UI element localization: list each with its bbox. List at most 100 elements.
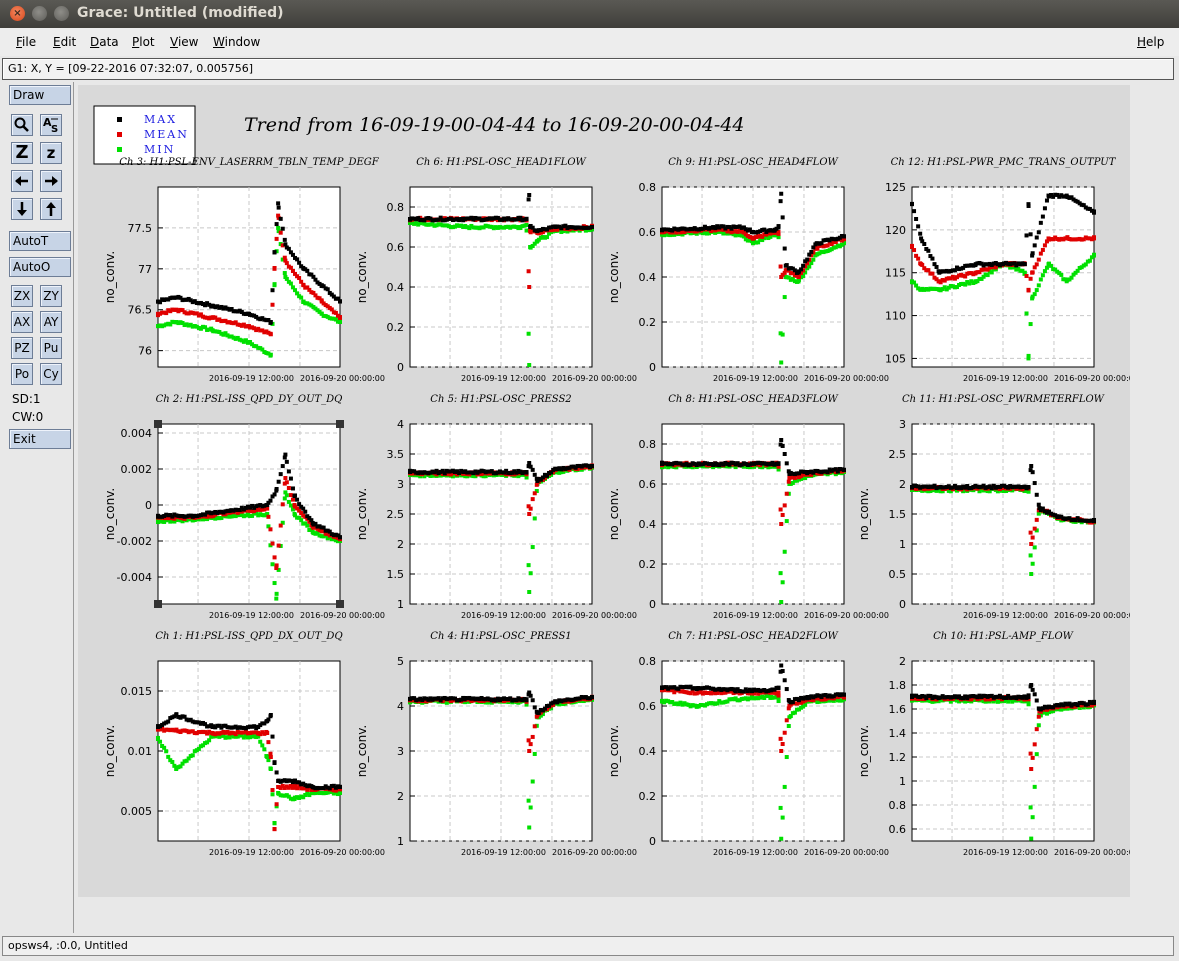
y-tick-label: 4 <box>397 418 404 431</box>
data-point-max <box>776 462 781 466</box>
plot-panel-1[interactable]: 76 76.5 77 77.5 2016-09-19 12:00:00 2016-09-2… <box>103 157 385 383</box>
draw-button[interactable]: Draw <box>9 85 71 105</box>
data-point-mean <box>1038 251 1043 256</box>
zy-button[interactable]: ZY <box>40 285 62 307</box>
menu-edit[interactable]: Edit <box>53 35 76 49</box>
autoo-button[interactable]: AutoO <box>9 257 71 277</box>
window-close-button[interactable]: × <box>10 6 25 21</box>
y-tick-label: 2.5 <box>889 448 907 461</box>
plot-panel-9[interactable]: 0.005 0.01 0.015 2016-09-19 12:00:00 2016-09… <box>103 631 385 857</box>
window-maximize-button[interactable] <box>54 6 69 21</box>
data-point-min <box>985 273 990 278</box>
data-point-min <box>528 245 533 249</box>
graph-page[interactable]: MAX MEAN MIN Trend from 16-09-19-00-04-4… <box>78 85 1130 897</box>
y-tick-label: 1 <box>397 598 404 611</box>
menu-file[interactable]: File <box>16 35 36 49</box>
autot-button[interactable]: AutoT <box>9 231 71 251</box>
window-minimize-button[interactable] <box>32 6 47 21</box>
plot-panel-2[interactable]: 0 0.2 0.4 0.6 0.8 2016-09-19 12:00:00 2016-09-… <box>355 157 637 383</box>
y-tick-label: 77.5 <box>128 222 153 235</box>
menu-help[interactable]: Help <box>1137 35 1164 49</box>
y-axis-label: no_conv. <box>607 488 621 540</box>
data-point-max <box>1030 470 1035 475</box>
plot-panel-12[interactable]: 0.6 0.8 1 1.2 1.4 1.6 1.8 2 2016-09-19 12:00:00 2… <box>857 631 1130 857</box>
data-point-max <box>1019 695 1024 699</box>
data-point-min <box>782 549 787 554</box>
plot-panel-8[interactable]: 0 0.5 1 1.5 2 2.5 3 2016-09-19 12:00:00 2016-09-… <box>857 394 1130 620</box>
graph-canvas[interactable]: MAX MEAN MIN Trend from 16-09-19-00-04-4… <box>78 85 1130 897</box>
plot-panel-6[interactable]: 1 1.5 2 2.5 3 3.5 4 2016-09-19 12:00:00 2016-09-… <box>355 394 637 620</box>
selection-handle[interactable] <box>154 420 162 428</box>
data-point-max <box>914 216 919 221</box>
data-point-max <box>1046 193 1051 198</box>
scroll-left-button[interactable] <box>11 170 33 192</box>
data-point-max <box>1034 698 1039 703</box>
scroll-down-button[interactable] <box>11 198 33 220</box>
selection-handle[interactable] <box>336 420 344 428</box>
data-point-min <box>1028 805 1033 810</box>
y-tick-label: 2 <box>899 655 906 668</box>
data-point-min <box>1032 292 1037 297</box>
data-point-min <box>524 228 529 233</box>
pz-button[interactable]: PZ <box>11 337 33 359</box>
plot-panel-11[interactable]: 0 0.2 0.4 0.6 0.8 2016-09-19 12:00:00 2016-09-… <box>607 631 889 857</box>
y-tick-label: 0.5 <box>889 568 907 581</box>
zoom-small-button[interactable]: z <box>40 142 62 164</box>
zoom-big-button[interactable]: Z <box>11 142 33 164</box>
data-point-mean <box>779 749 784 753</box>
ax-button[interactable]: AX <box>11 311 33 333</box>
data-point-mean <box>910 245 914 249</box>
zx-button[interactable]: ZX <box>11 285 33 307</box>
data-point-min <box>784 755 789 760</box>
exit-button[interactable]: Exit <box>9 429 71 449</box>
data-point-mean <box>796 275 801 279</box>
plot-panel-10[interactable]: 1 2 3 4 5 2016-09-19 12:00:00 2016-09-20 00:00… <box>355 631 637 857</box>
cy-button[interactable]: Cy <box>40 363 62 385</box>
data-point-max <box>535 710 540 715</box>
plot-panel-7[interactable]: 0 0.2 0.4 0.6 0.8 2016-09-19 12:00:00 2016-09-… <box>607 394 889 620</box>
data-point-min <box>1036 283 1041 288</box>
data-point-max <box>714 225 719 230</box>
y-axis-label: no_conv. <box>607 725 621 777</box>
data-point-max <box>280 226 285 231</box>
scroll-right-button[interactable] <box>40 170 62 192</box>
zoom-button[interactable] <box>11 114 33 136</box>
locator-bar: G1: X, Y = [09-22-2016 07:32:07, 0.00575… <box>2 58 1174 80</box>
x-tick-label: 2016-09-20 00:00:00 <box>552 611 637 620</box>
menu-window[interactable]: Window <box>213 35 260 49</box>
data-point-mean <box>1029 542 1034 546</box>
data-point-max <box>528 225 533 229</box>
menu-data[interactable]: Data <box>90 35 119 49</box>
autoscale-button[interactable]: AS <box>40 114 62 136</box>
y-tick-label: 0 <box>145 499 152 512</box>
data-point-min <box>782 784 787 789</box>
data-point-min <box>527 590 532 594</box>
data-point-max <box>660 686 664 690</box>
pu-button[interactable]: Pu <box>40 337 62 359</box>
menu-plot[interactable]: Plot <box>132 35 155 49</box>
data-point-max <box>228 508 233 513</box>
ay-button[interactable]: AY <box>40 311 62 333</box>
po-button[interactable]: Po <box>11 363 33 385</box>
data-point-max <box>922 241 927 246</box>
x-tick-label: 2016-09-20 00:00:00 <box>1054 848 1130 857</box>
main-title: Trend from 16-09-19-00-04-44 to 16-09-20… <box>244 114 745 136</box>
legend[interactable]: MAX MEAN MIN <box>93 105 196 165</box>
selection-handle[interactable] <box>154 600 162 608</box>
selection-handle[interactable] <box>336 600 344 608</box>
data-point-mean <box>290 497 295 502</box>
data-point-mean <box>973 270 978 275</box>
data-point-mean <box>916 256 921 261</box>
data-point-max <box>1042 206 1047 211</box>
data-point-max <box>278 472 283 477</box>
data-point-min <box>1032 545 1037 550</box>
y-tick-label: 0.002 <box>121 463 153 476</box>
menu-view[interactable]: View <box>170 35 198 49</box>
data-point-max <box>1055 703 1060 708</box>
data-point-max <box>274 222 279 227</box>
scroll-up-button[interactable] <box>40 198 62 220</box>
plot-panel-4[interactable]: 105 110 115 120 125 2016-09-19 12:00:00 2016-0… <box>885 157 1130 383</box>
plot-panel-3[interactable]: 0 0.2 0.4 0.6 0.8 2016-09-19 12:00:00 2016-09-… <box>607 157 889 383</box>
y-axis-label: no_conv. <box>103 488 117 540</box>
data-point-mean <box>266 740 271 745</box>
